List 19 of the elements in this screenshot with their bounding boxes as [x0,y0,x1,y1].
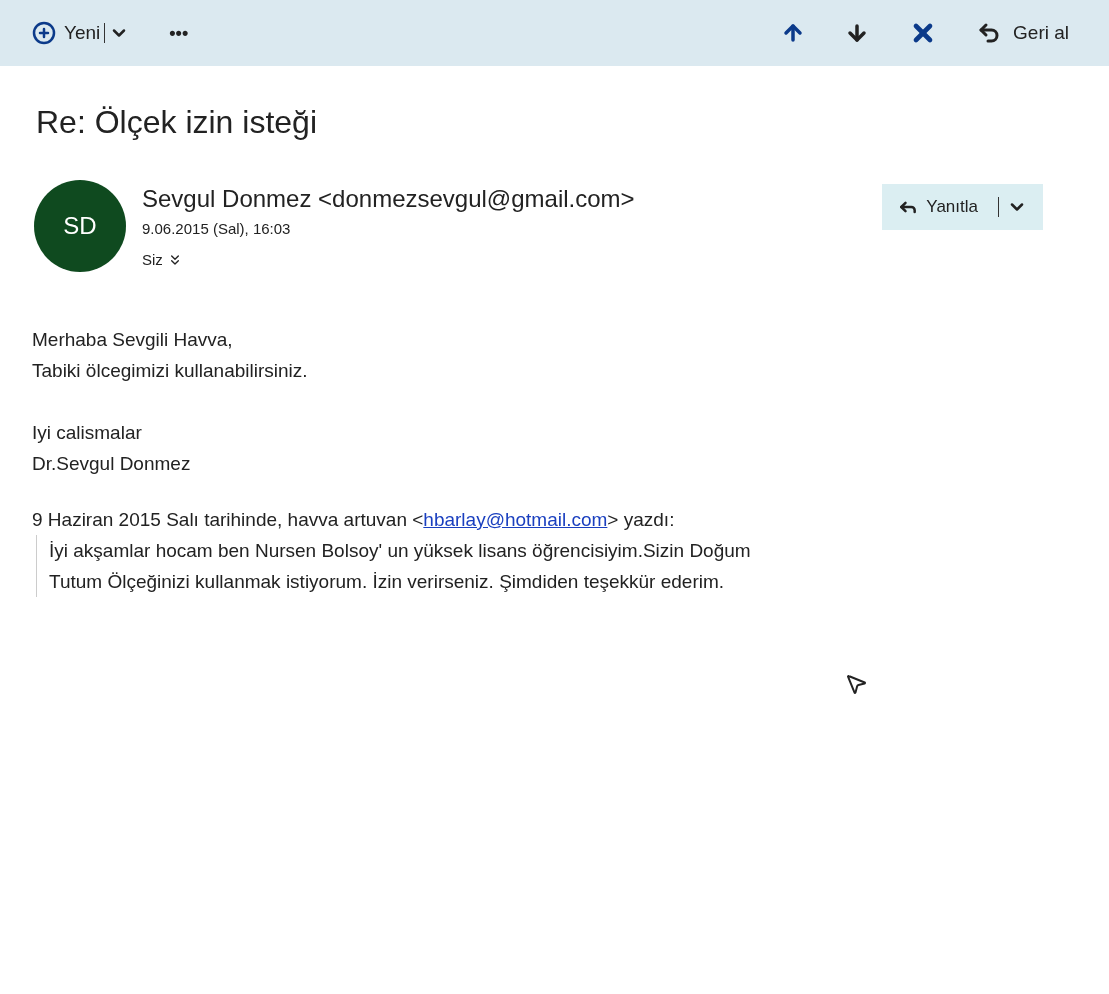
undo-button[interactable]: Geri al [977,18,1069,48]
body-line: Dr.Sevgul Donmez [32,452,192,476]
plus-icon [32,21,56,45]
recipient-toggle[interactable]: Siz [142,248,635,271]
cursor-icon [844,672,868,696]
email-link[interactable]: hbarlay@hotmail.com [423,509,608,530]
more-button[interactable]: ••• [169,19,189,47]
body-line: Merhaba Sevgili Havva, [32,328,234,352]
reply-button[interactable]: Yanıtla [882,184,1043,230]
sender: Sevgul Donmez <donmezsevgul@gmail.com> [142,184,635,214]
quote-line: Tutum Ölçeğinizi kullanmak istiyorum. İzin verirseniz. Şimdiden teşekkür ederim. [49,570,726,594]
email-subject: Re: Ölçek izin isteği [36,106,318,138]
quote-attribution: 9 Haziran 2015 Salı tarihinde, havva artuvan <hbarlay@hotmail.com> yazdı: [32,508,676,532]
body-line: Iyi calismalar [32,421,143,445]
quote-line: İyi akşamlar hocam ben Nursen Bolsoy' un yüksek lisans öğrencisiyim.Sizin Doğum [49,539,752,563]
new-button[interactable]: Yeni [32,18,101,48]
body-line: Tabiki ölcegimizi kullanabilirsiniz. [32,359,309,383]
avatar: SD [34,180,126,272]
sent-date: 9.06.2015 (Sal), 16:03 [142,219,292,239]
